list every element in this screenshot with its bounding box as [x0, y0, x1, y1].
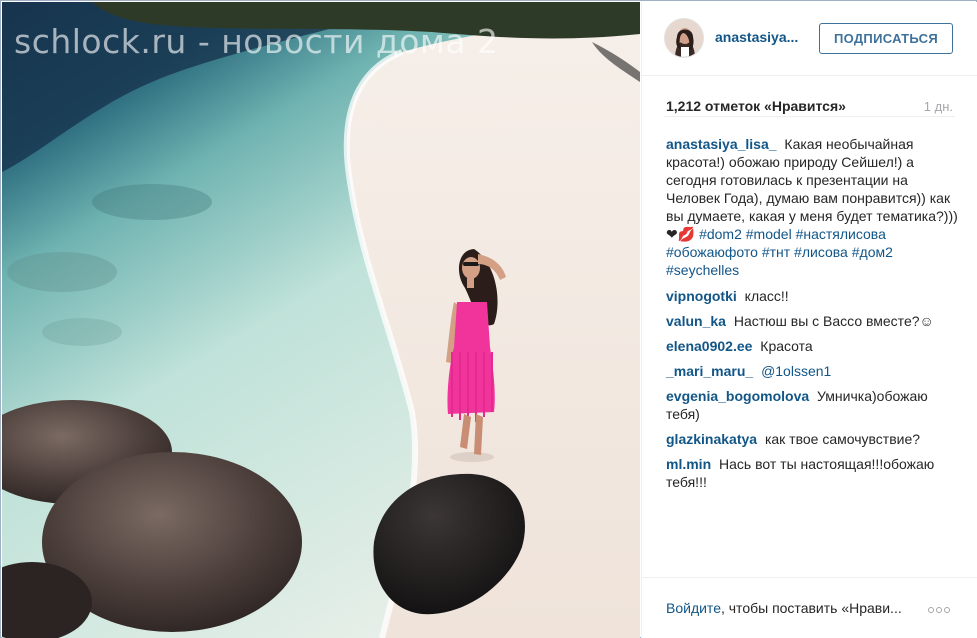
post-stats: 1,212 отметок «Нравится» 1 дн.: [664, 95, 955, 117]
hashtag[interactable]: #настялисова: [796, 226, 886, 242]
comment-item: elena0902.ee Красота: [666, 337, 958, 355]
comment-text: класс!!: [744, 288, 789, 304]
hashtag[interactable]: #обожаюфото: [666, 244, 758, 260]
comment-author[interactable]: evgenia_bogomolova: [666, 388, 809, 404]
comment-item: ml.min Нась вот ты настоящая!!!обожаю те…: [666, 455, 958, 491]
hashtag[interactable]: #dom2: [699, 226, 742, 242]
comment-item: glazkinakatya как твое самочувствие?: [666, 430, 958, 448]
comment-text: Настюш вы с Вассо вместе?☺: [733, 313, 934, 329]
post-photo[interactable]: schlock.ru - новости дома 2: [2, 2, 640, 638]
hashtag[interactable]: #лисова: [794, 244, 848, 260]
login-link[interactable]: Войдите: [666, 600, 721, 616]
post-footer: Войдите, чтобы поставить «Нрави...: [642, 577, 977, 638]
comment-item: evgenia_bogomolova Умничка)обожаю тебя): [666, 387, 958, 423]
post-header: anastasiya... ПОДПИСАТЬСЯ: [642, 2, 977, 76]
comment-author[interactable]: glazkinakatya: [666, 431, 757, 447]
instagram-embed: schlock.ru - новости дома 2 anastasiya..…: [0, 0, 977, 638]
comment-author[interactable]: valun_ka: [666, 313, 726, 329]
username-link[interactable]: anastasiya...: [715, 29, 815, 45]
follow-button[interactable]: ПОДПИСАТЬСЯ: [819, 23, 953, 54]
hashtag[interactable]: #дом2: [852, 244, 893, 260]
dot-icon: [936, 607, 942, 613]
caption: anastasiya_lisa_ Какая необычайная красо…: [666, 135, 958, 279]
likes-count[interactable]: 1,212 отметок «Нравится»: [666, 98, 846, 114]
hashtag[interactable]: #seychelles: [666, 262, 739, 278]
comment-author[interactable]: vipnogotki: [666, 288, 737, 304]
post-side-panel: anastasiya... ПОДПИСАТЬСЯ 1,212 отметок …: [641, 2, 977, 638]
comments-list: anastasiya_lisa_ Какая необычайная красо…: [666, 135, 958, 498]
comment-author[interactable]: _mari_maru_: [666, 363, 753, 379]
comment-text: Красота: [760, 338, 813, 354]
watermark-text: schlock.ru - новости дома 2: [14, 22, 499, 61]
beach-photo-image: [2, 2, 640, 638]
comment-author[interactable]: elena0902.ee: [666, 338, 752, 354]
dot-icon: [928, 607, 934, 613]
comment-item: vipnogotki класс!!: [666, 287, 958, 305]
hashtag[interactable]: #тнт: [762, 244, 790, 260]
comment-mention[interactable]: @1olssen1: [761, 363, 831, 379]
comment-text: как твое самочувствие?: [764, 431, 921, 447]
comment-author[interactable]: ml.min: [666, 456, 711, 472]
avatar[interactable]: [664, 18, 704, 58]
avatar-image: [665, 19, 703, 57]
login-prompt-text: , чтобы поставить «Нрави...: [720, 600, 902, 616]
timestamp[interactable]: 1 дн.: [924, 99, 953, 114]
more-options-icon[interactable]: [928, 600, 956, 614]
dot-icon: [944, 607, 950, 613]
comment-item: _mari_maru_ @1olssen1: [666, 362, 958, 380]
login-prompt: Войдите, чтобы поставить «Нрави...: [666, 600, 916, 616]
caption-author[interactable]: anastasiya_lisa_: [666, 136, 777, 152]
hashtag[interactable]: #model: [746, 226, 792, 242]
comment-item: valun_ka Настюш вы с Вассо вместе?☺: [666, 312, 958, 330]
